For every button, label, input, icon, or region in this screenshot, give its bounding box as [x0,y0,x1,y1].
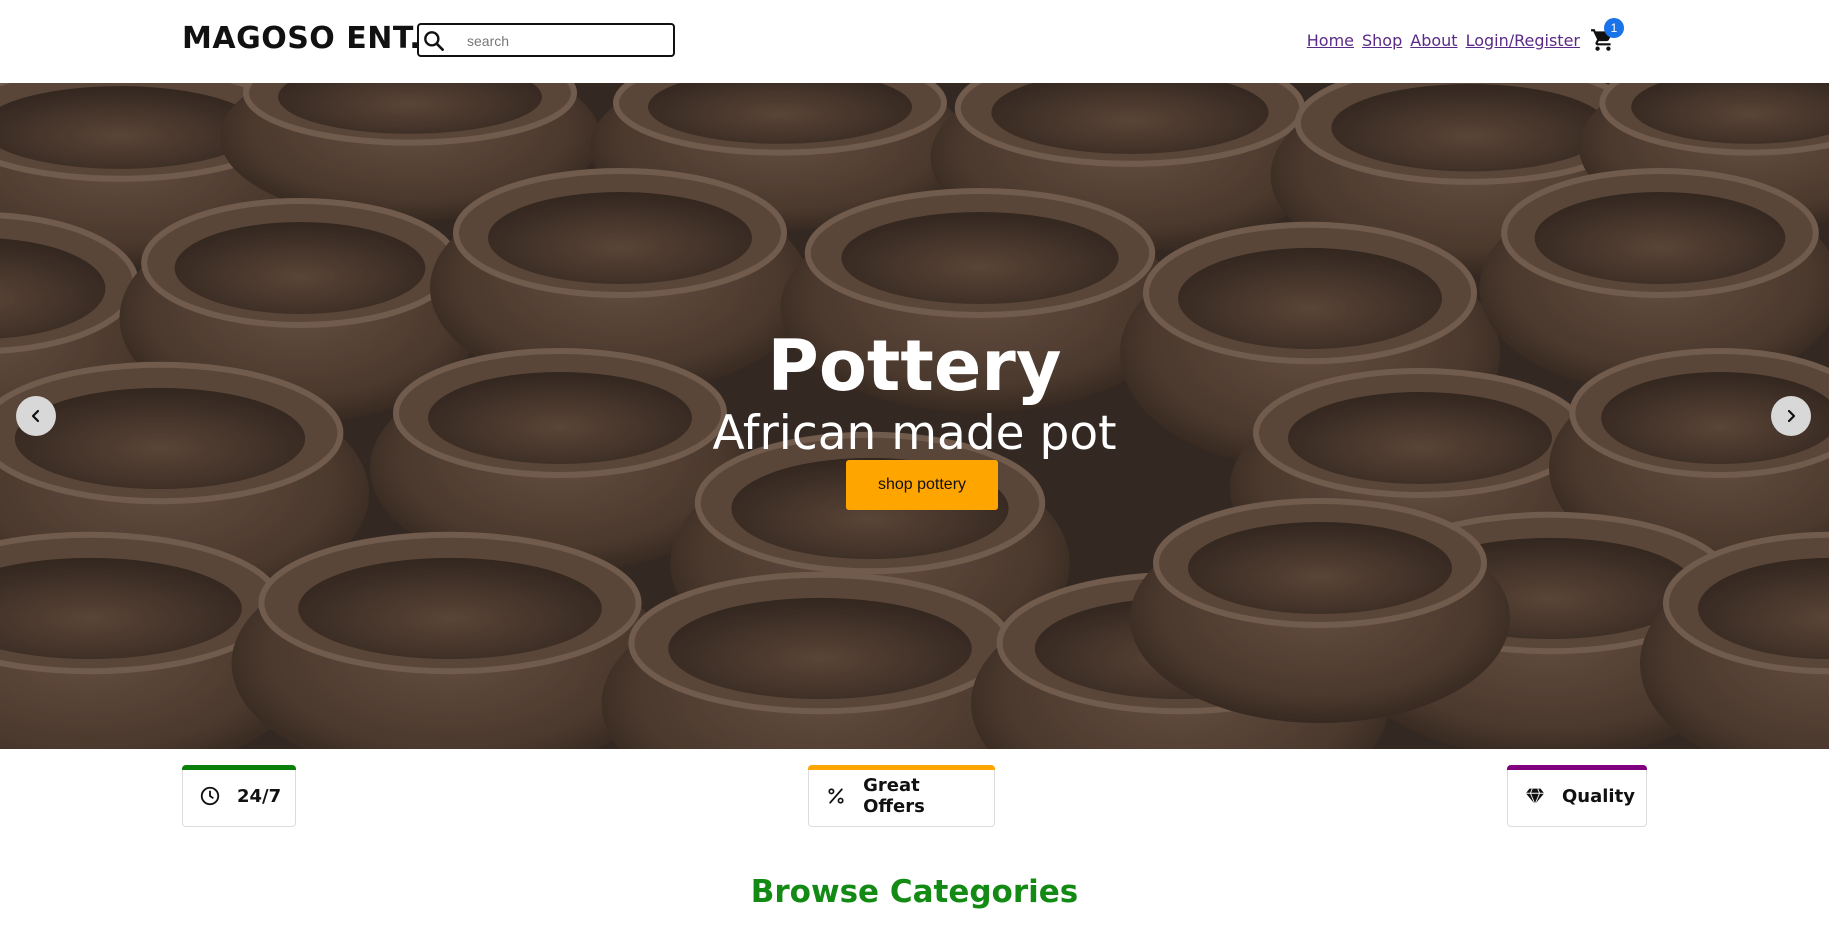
diamond-icon [1524,784,1546,808]
hero-carousel: Pottery African made pot shop pottery [0,83,1829,749]
feature-accent-bar [808,765,995,770]
feature-quality: Quality [1507,765,1647,827]
clock-icon [199,784,221,808]
feature-accent-bar [182,765,296,770]
browse-categories-heading: Browse Categories [750,874,1079,910]
hero-title: Pottery [767,325,1062,407]
nav-about[interactable]: About [1410,31,1457,50]
site-header: MAGOSO ENT. Home Shop About Login/Regist… [0,0,1829,83]
percent-icon [825,784,847,808]
nav-shop[interactable]: Shop [1362,31,1402,50]
carousel-next-button[interactable] [1771,396,1811,436]
feature-label: Quality [1562,785,1635,807]
feature-label: 24/7 [237,785,282,807]
carousel-prev-button[interactable] [16,396,56,436]
site-logo[interactable]: MAGOSO ENT. [182,21,421,56]
feature-24-7: 24/7 [182,765,296,827]
search-icon[interactable] [421,28,447,54]
search-input[interactable] [467,30,662,52]
cart-count-badge: 1 [1604,18,1624,38]
nav-login-register[interactable]: Login/Register [1466,31,1580,50]
shop-pottery-button[interactable]: shop pottery [846,460,998,510]
hero-subtitle: African made pot [712,406,1117,461]
main-nav: Home Shop About Login/Register 1 [1299,18,1624,53]
nav-home[interactable]: Home [1307,31,1354,50]
cart-button[interactable]: 1 [1590,18,1624,53]
feature-great-offers: Great Offers [808,765,995,827]
feature-label: Great Offers [863,775,925,817]
feature-accent-bar [1507,765,1647,770]
chevron-left-icon [31,409,40,423]
chevron-right-icon [1787,409,1796,423]
search-box [417,23,675,57]
